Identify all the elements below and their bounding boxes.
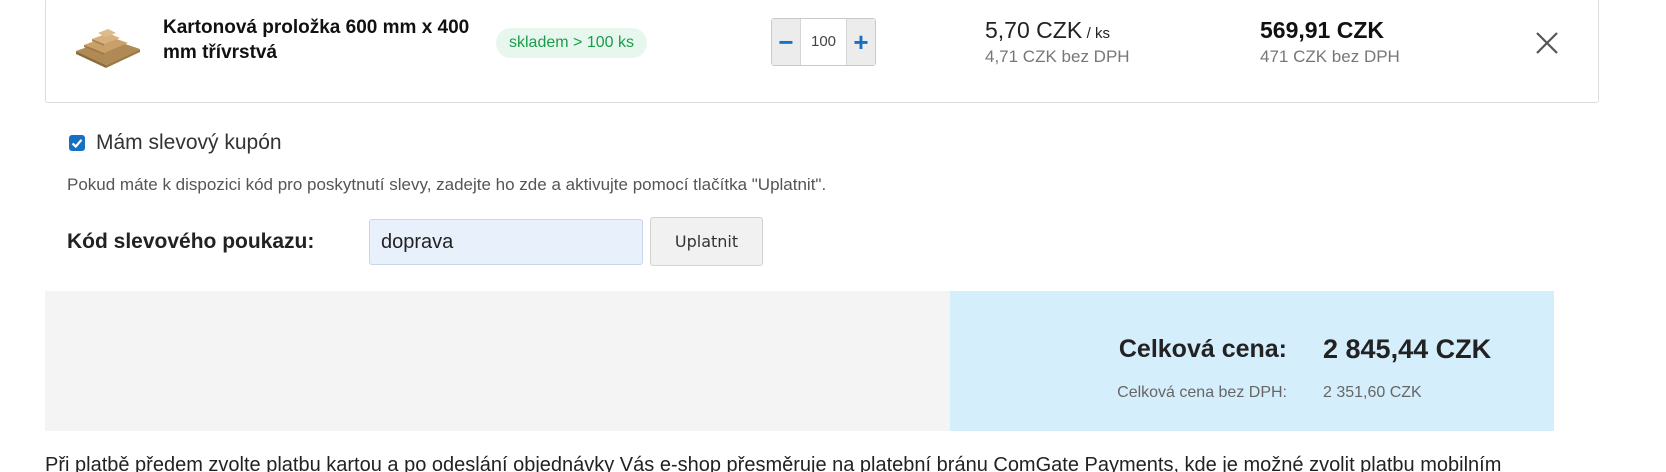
stock-badge: skladem > 100 ks: [496, 28, 647, 58]
unit-price: 5,70 CZK: [985, 17, 1083, 43]
coupon-checkbox-label[interactable]: Mám slevový kupón: [96, 131, 282, 155]
coupon-info-text: Pokud máte k dispozici kód pro poskytnut…: [67, 175, 827, 194]
close-icon[interactable]: [1533, 29, 1561, 57]
cart-item-row: Kartonová proložka 600 mm x 400 mm třívr…: [45, 0, 1599, 103]
total-excl-vat-value: 2 351,60 CZK: [1323, 384, 1422, 401]
quantity-increase-button[interactable]: +: [847, 19, 875, 65]
payment-info-text: Při platbě předem zvolte platbu kartou a…: [45, 454, 1502, 472]
coupon-checkbox[interactable]: [69, 135, 85, 151]
coupon-toggle: Mám slevový kupón: [69, 131, 282, 155]
product-thumbnail[interactable]: [72, 21, 142, 69]
check-icon: [71, 139, 83, 149]
total-value: 2 845,44 CZK: [1323, 334, 1492, 364]
plus-icon: +: [853, 27, 869, 57]
item-total-block: 569,91 CZK 471 CZK bez DPH: [1260, 17, 1400, 67]
unit-price-block: 5,70 CZK / ks 4,71 CZK bez DPH: [985, 17, 1130, 67]
item-total-excl-vat: 471 CZK bez DPH: [1260, 47, 1400, 66]
quantity-decrease-button[interactable]: −: [772, 19, 800, 65]
summary-left-panel: [45, 291, 950, 431]
unit-price-suffix: / ks: [1086, 25, 1110, 42]
coupon-code-label: Kód slevového poukazu:: [67, 230, 315, 253]
minus-icon: −: [778, 27, 794, 57]
total-label: Celková cena:: [1118, 335, 1287, 363]
product-name[interactable]: Kartonová proložka 600 mm x 400 mm třívr…: [163, 15, 483, 65]
item-total-price: 569,91 CZK: [1260, 17, 1385, 43]
coupon-code-input[interactable]: [369, 219, 643, 265]
quantity-stepper: − 100 +: [771, 18, 876, 66]
quantity-input[interactable]: 100: [800, 19, 847, 65]
unit-price-excl-vat: 4,71 CZK bez DPH: [985, 47, 1130, 66]
total-excl-vat-label: Celková cena bez DPH:: [1117, 384, 1287, 401]
order-summary: Celková cena: 2 845,44 CZK Celková cena …: [950, 291, 1554, 431]
apply-coupon-button[interactable]: Uplatnit: [650, 217, 763, 266]
